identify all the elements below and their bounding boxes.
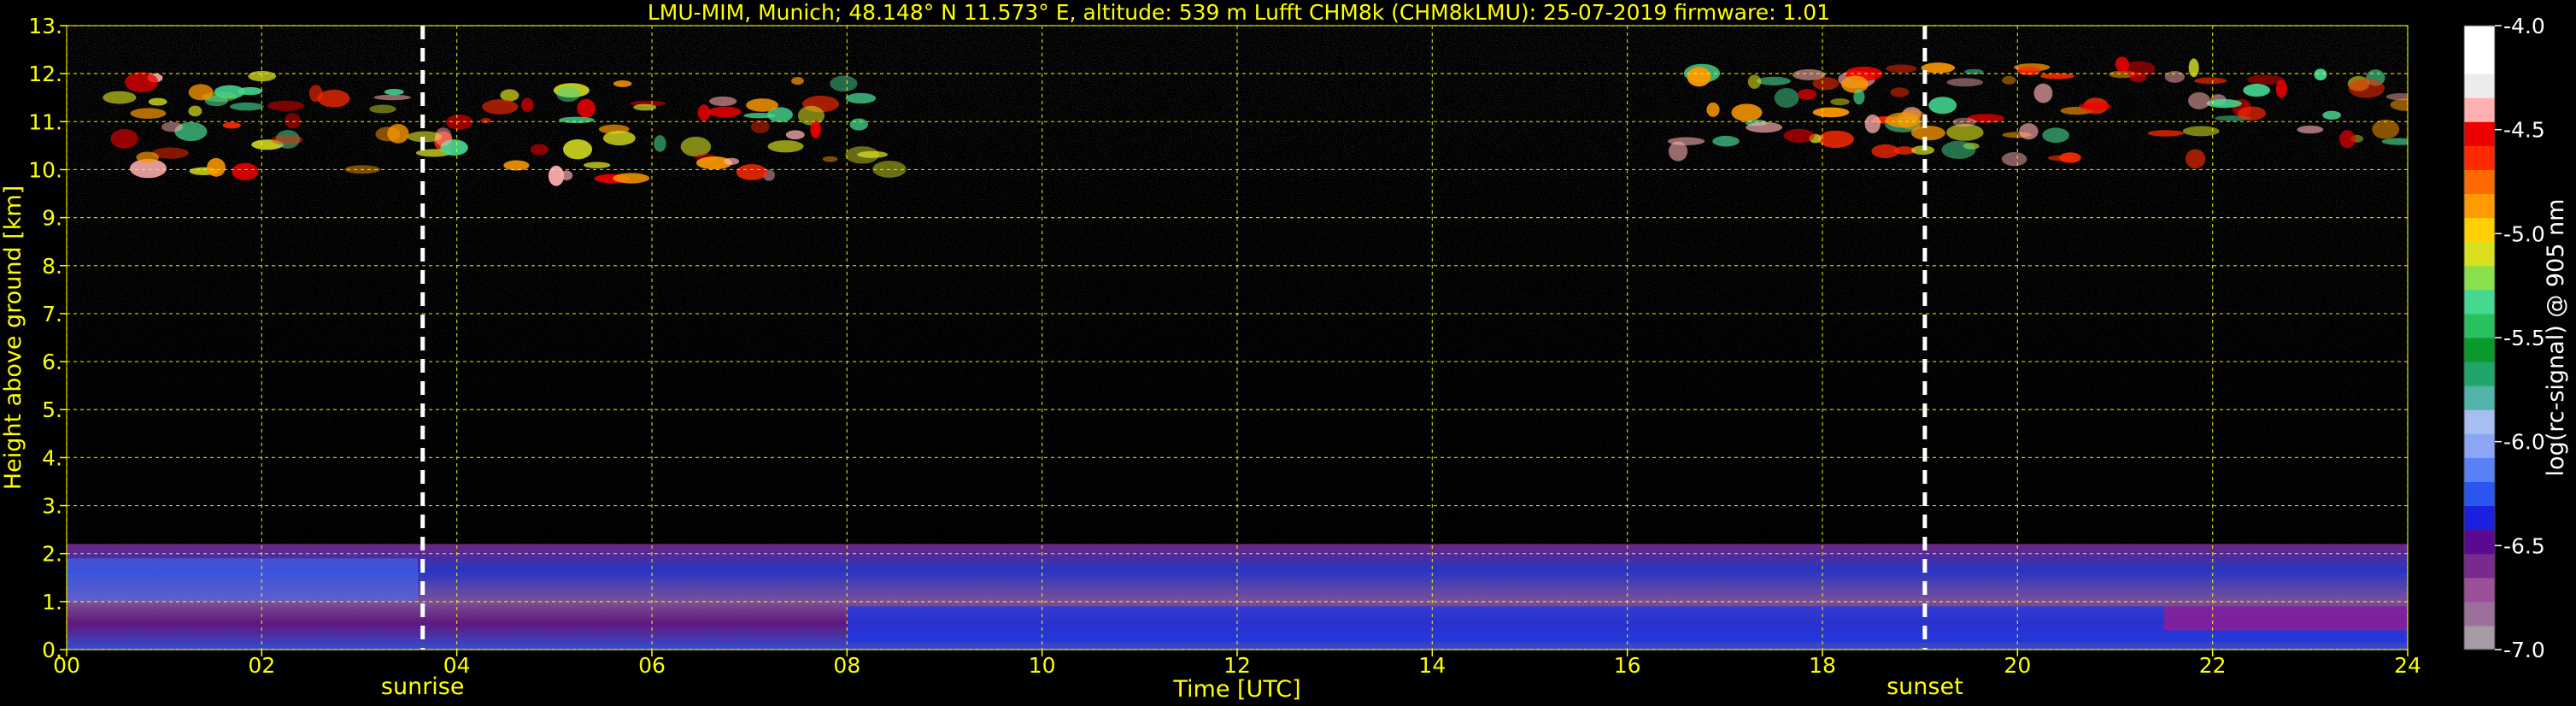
heatmap-layer	[67, 26, 2408, 650]
x-tick-label: 02	[248, 653, 275, 678]
y-tick-label: 7.	[42, 302, 62, 327]
colorbar-tick-label: -6.5	[2503, 533, 2545, 558]
colorbar-segment	[2464, 217, 2495, 243]
y-tick-label: 11.	[28, 109, 62, 134]
colorbar-segment	[2464, 553, 2495, 579]
colorbar-segment	[2464, 625, 2495, 650]
colorbar-segment	[2464, 145, 2495, 170]
y-tick-label: 10.	[28, 157, 62, 182]
colorbar-segment	[2464, 457, 2495, 482]
sunset-label: sunset	[1887, 674, 1963, 700]
x-axis-label: Time [UTC]	[1172, 676, 1300, 703]
colorbar-label: log(rc-signal) @ 905 nm	[2543, 199, 2569, 477]
colorbar-tick-label: -4.5	[2503, 118, 2545, 143]
colorbar-segment	[2464, 50, 2495, 74]
colorbar-tick-label: -4.0	[2503, 14, 2545, 38]
y-tick-label: 12.	[28, 62, 62, 86]
y-tick-label: 13.	[28, 14, 62, 38]
colorbar-segment	[2464, 338, 2495, 362]
y-axis: 0. 1. 2. 3. 4. 5. 6. 7. 8. 9. 10. 11. 12. 13.	[28, 14, 67, 662]
colorbar-segment	[2464, 313, 2495, 338]
x-tick-label: 04	[443, 653, 471, 678]
colorbar-tick-label: -7.0	[2503, 638, 2545, 662]
colorbar-segment	[2464, 529, 2495, 555]
colorbar-segment	[2464, 193, 2495, 219]
x-tick-label: 12	[1223, 653, 1251, 678]
x-tick-label: 10	[1029, 653, 1056, 678]
colorbar-segment	[2464, 385, 2495, 410]
colorbar-segment	[2464, 601, 2495, 627]
y-tick-label: 9.	[42, 206, 62, 231]
x-tick-label: 20	[2004, 653, 2031, 678]
colorbar-tick-label: -5.5	[2503, 326, 2545, 350]
colorbar-segment	[2464, 74, 2495, 98]
boundary-layer-morning	[67, 558, 418, 602]
plot-area: sunrise sunset	[66, 25, 2409, 700]
y-axis-label: Height above ground [km]	[0, 185, 26, 490]
y-tick-label: 5.	[42, 397, 62, 422]
colorbar-segment	[2464, 265, 2495, 291]
boundary-layer-night	[2163, 606, 2408, 631]
colorbar: -4.0 -4.5 -5.0 -5.5 -6.0 -6.5 -7.0	[2463, 14, 2545, 662]
x-tick-label: 06	[638, 653, 666, 678]
x-tick-label: 08	[833, 653, 860, 678]
x-tick-label: 24	[2394, 653, 2421, 678]
colorbar-segment	[2464, 289, 2495, 315]
colorbar-segment	[2464, 241, 2495, 267]
y-tick-label: 3.	[42, 494, 62, 519]
colorbar-tick-label: -6.0	[2503, 430, 2545, 455]
y-tick-label: 6.	[42, 350, 62, 374]
x-tick-label: 22	[2199, 653, 2227, 678]
colorbar-segment	[2464, 505, 2495, 531]
y-tick-label: 2.	[42, 542, 62, 567]
x-tick-label: 18	[1809, 653, 1836, 678]
y-tick-label: 8.	[42, 254, 62, 279]
y-tick-label: 0.	[42, 638, 62, 662]
colorbar-segment	[2464, 26, 2495, 50]
y-tick-label: 4.	[42, 445, 62, 470]
ceilometer-chart: LMU-MIM, Munich; 48.148° N 11.573° E, al…	[0, 0, 2569, 703]
colorbar-segment	[2464, 169, 2495, 195]
x-tick-label: 14	[1418, 653, 1446, 678]
colorbar-segment	[2464, 97, 2495, 122]
colorbar-segment	[2464, 481, 2495, 507]
x-tick-label: 16	[1614, 653, 1641, 678]
colorbar-segment	[2464, 433, 2495, 458]
y-tick-label: 1.	[42, 590, 62, 615]
colorbar-tick-label: -5.0	[2503, 221, 2545, 246]
colorbar-segment	[2464, 362, 2495, 386]
chart-title: LMU-MIM, Munich; 48.148° N 11.573° E, al…	[648, 0, 1830, 25]
colorbar-segment	[2464, 409, 2495, 434]
colorbar-segment	[2464, 577, 2495, 603]
colorbar-segment	[2464, 121, 2495, 146]
